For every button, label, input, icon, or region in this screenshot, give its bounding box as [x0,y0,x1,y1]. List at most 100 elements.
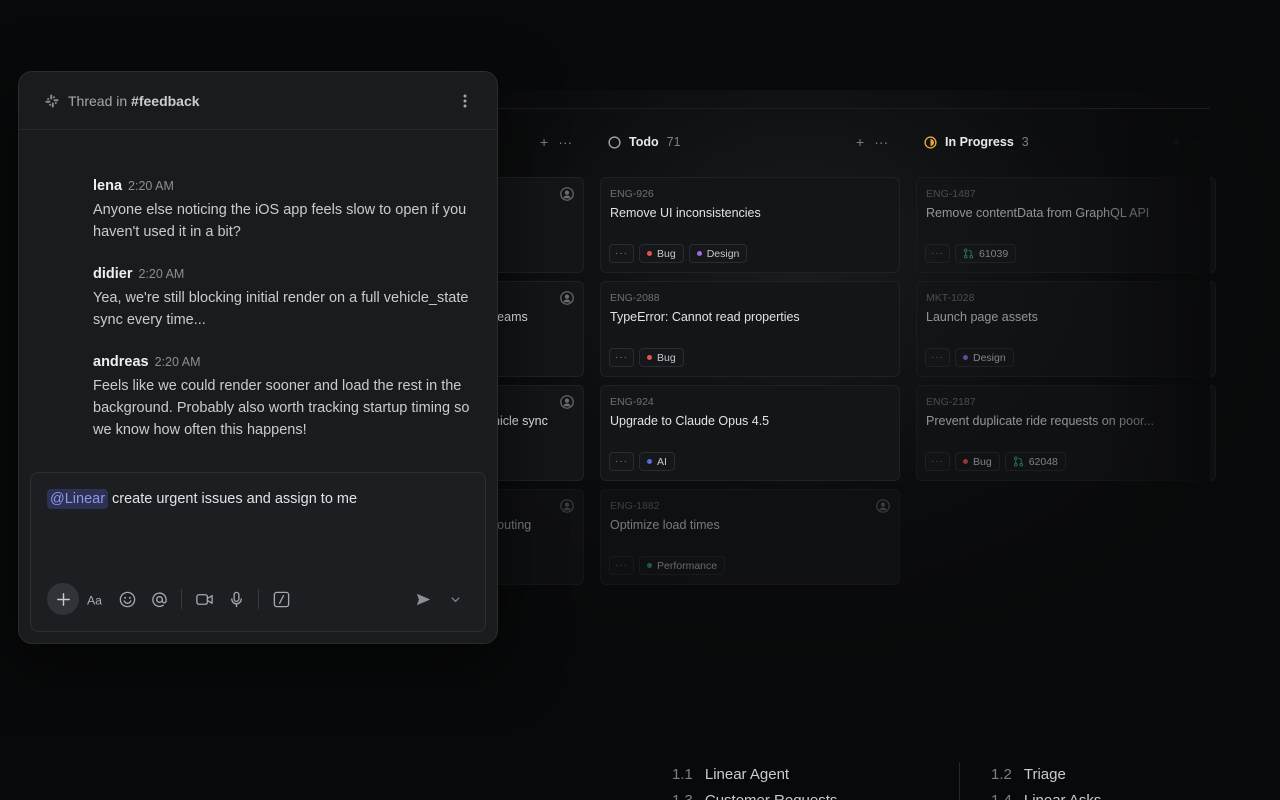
column-add-button[interactable]: + [856,134,864,150]
more-chip[interactable]: ··· [609,556,634,575]
formatting-button[interactable]: Aa [79,583,111,615]
toc-item[interactable]: 1.1 Linear Agent [672,766,789,783]
column-in-progress-header[interactable]: In Progress 3 [924,133,1029,151]
column-more-button[interactable]: ··· [1190,134,1204,150]
column-more-button[interactable]: ··· [874,134,888,150]
column-count: 71 [666,135,681,149]
label-dot [696,251,702,256]
toc-number: 1.1 [672,766,693,783]
label-chip[interactable]: Bug [639,348,684,367]
toc-label: Customer Requests [705,792,838,800]
label-dot [647,459,652,464]
more-chip[interactable]: ··· [925,348,950,367]
more-chip[interactable]: ··· [609,452,634,471]
column-more-button[interactable]: ··· [558,134,572,150]
column-count: 3 [1021,135,1029,149]
more-chip[interactable]: ··· [925,452,950,471]
emoji-icon [119,591,135,607]
chevron-down-icon [451,596,459,602]
issue-card[interactable]: ENG-2187 Prevent duplicate ride requests… [916,385,1216,481]
column-add-button[interactable]: + [540,134,548,150]
message-text: Anyone else noticing the iOS app feels s… [93,202,467,240]
toc-divider [959,762,960,800]
microphone-icon [230,591,242,607]
kanban-board: + ··· reams hicle sync routing Todo 71 +… [470,108,1216,628]
pull-request-number: 61039 [979,247,1009,260]
message-composer[interactable]: @Linear create urgent issues and assign … [30,472,486,632]
label-chip[interactable]: AI [639,452,675,471]
todo-status-icon [608,135,621,149]
message-time[interactable]: 2:20 AM [128,179,174,193]
label-text: Bug [657,351,676,364]
toc-item[interactable]: 1.2 Triage [991,766,1066,783]
toc-label: Triage [1023,766,1066,783]
avatar-icon [560,187,574,201]
column-title: In Progress [945,135,1014,149]
message-time[interactable]: 2:20 AM [155,355,201,369]
pull-request-number: 62048 [1028,455,1058,468]
issue-card[interactable]: ENG-926 Remove UI inconsistencies ··· Bu… [600,177,900,273]
message-author[interactable]: didier [93,266,132,282]
thread-channel[interactable]: #feedback [131,93,199,109]
column-todo-header[interactable]: Todo 71 [608,133,681,151]
issue-card[interactable]: hicle sync [492,385,584,481]
issue-card[interactable]: ENG-2088 TypeError: Cannot read properti… [600,281,900,377]
mention-chip[interactable]: @Linear [47,489,109,509]
pull-request-icon [1013,456,1023,467]
slash-command-icon [273,591,289,607]
video-camera-icon [195,593,213,605]
message-author[interactable]: lena [93,178,122,194]
issue-card[interactable]: ENG-924 Upgrade to Claude Opus 4.5 ··· A… [600,385,900,481]
issue-title: Upgrade to Claude Opus 4.5 [610,414,770,428]
toc-item[interactable]: 1.4 Linear Asks [991,792,1101,800]
video-button[interactable] [188,583,220,615]
toc-item[interactable]: 1.3 Customer Requests [672,792,837,800]
audio-button[interactable] [220,583,252,615]
issue-title: Prevent duplicate ride requests on poor.… [926,414,1154,428]
send-options-button[interactable] [439,583,471,615]
message: andreas 2:20 AM Feels like we could rende… [93,353,473,441]
message-time[interactable]: 2:20 AM [138,267,184,281]
toc-label: Linear Asks [1024,792,1102,800]
toolbar-divider [181,589,182,609]
more-chip[interactable]: ··· [925,244,950,263]
thread-header: Thread in #feedback [19,72,497,130]
emoji-button[interactable] [111,583,143,615]
column-todo-actions: + ··· [856,133,888,151]
issue-card[interactable]: ENG-1487 Remove contentData from GraphQL… [916,177,1216,273]
issue-card[interactable]: MKT-1028 Launch page assets ··· Design [916,281,1216,377]
pull-request-chip[interactable]: 61039 [955,244,1017,263]
label-chip[interactable]: Design [688,244,748,263]
issue-title: routing [493,518,532,532]
shortcuts-button[interactable] [265,583,297,615]
label-chip[interactable]: Performance [639,556,726,575]
send-button[interactable] [407,583,439,615]
more-options-icon[interactable] [459,92,471,110]
column-add-button[interactable]: + [1172,134,1180,150]
issue-id: ENG-926 [610,188,654,200]
issue-card[interactable] [492,177,584,273]
issue-id: ENG-924 [610,396,654,408]
thread-title: Thread in #feedback [68,93,200,109]
composer-toolbar: Aa [47,583,471,615]
label-text: Design [973,351,1006,364]
label-chip[interactable]: Bug [639,244,684,263]
composer-input[interactable]: @Linear create urgent issues and assign … [47,489,357,509]
issue-id: MKT-1028 [926,292,975,304]
avatar-icon [560,499,574,513]
mention-button[interactable] [143,583,175,615]
issue-card[interactable]: ENG-1882 Optimize load times ··· Perform… [600,489,900,585]
plus-icon [56,592,70,606]
issue-card[interactable]: reams [492,281,584,377]
more-chip[interactable]: ··· [609,348,634,367]
more-chip[interactable]: ··· [609,244,634,263]
pull-request-chip[interactable]: 62048 [1004,452,1066,471]
label-chip[interactable]: Design [955,348,1014,367]
issue-id: ENG-2187 [926,396,976,408]
issue-card[interactable]: routing [492,489,584,585]
send-icon [416,593,430,605]
message-author[interactable]: andreas [93,354,149,370]
attach-button[interactable] [47,583,79,615]
issue-id: ENG-1487 [926,188,976,200]
label-chip[interactable]: Bug [955,452,1000,471]
